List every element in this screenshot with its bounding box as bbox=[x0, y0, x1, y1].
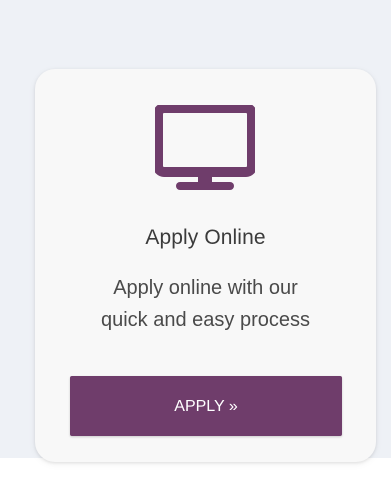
apply-button[interactable]: APPLY » bbox=[70, 376, 342, 436]
monitor-icon bbox=[155, 105, 255, 193]
card-title: Apply Online bbox=[145, 226, 266, 249]
description-line-2: quick and easy process bbox=[100, 309, 310, 331]
card-description: Apply online with our quick and easy pro… bbox=[35, 272, 376, 336]
description-line-1: Apply online with our bbox=[113, 277, 298, 299]
